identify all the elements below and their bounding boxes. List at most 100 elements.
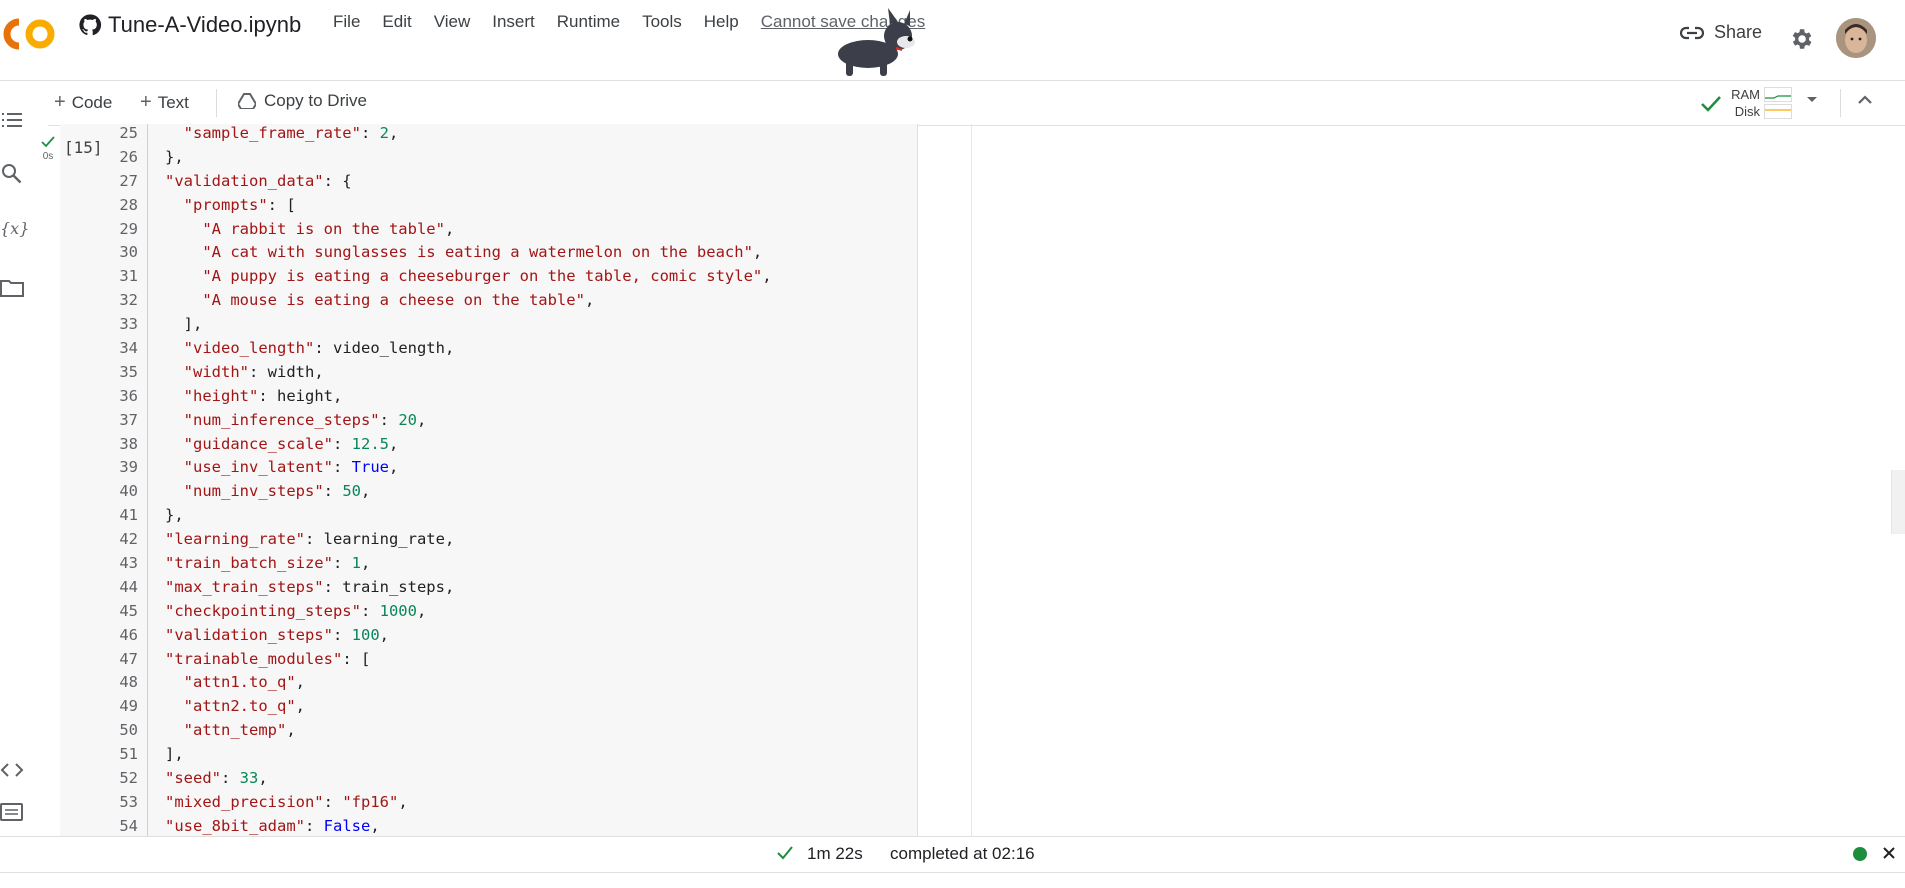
code-line[interactable]: 33 ], (60, 313, 917, 337)
code-snippets-icon[interactable] (0, 758, 24, 782)
code-text[interactable]: "guidance_scale": 12.5, (165, 433, 399, 457)
colab-logo-icon[interactable] (2, 14, 58, 54)
code-line[interactable]: 42 "learning_rate": learning_rate, (60, 528, 917, 552)
code-line[interactable]: 36 "height": height, (60, 385, 917, 409)
code-line[interactable]: 30 "A cat with sunglasses is eating a wa… (60, 241, 917, 265)
toolbar-divider (1840, 89, 1841, 117)
code-line[interactable]: 28 "prompts": [ (60, 194, 917, 218)
code-text[interactable]: "width": width, (165, 361, 324, 385)
code-text[interactable]: "A cat with sunglasses is eating a water… (165, 241, 762, 265)
code-text[interactable]: "max_train_steps": train_steps, (165, 576, 454, 600)
code-line[interactable]: 32 "A mouse is eating a cheese on the ta… (60, 289, 917, 313)
settings-gear-icon[interactable] (1788, 26, 1814, 52)
code-content[interactable]: 25 "sample_frame_rate": 2, 26}, 27 "validat… (60, 122, 917, 839)
cell-run-time: 0s (42, 151, 54, 162)
code-line[interactable]: 46 "validation_steps": 100, (60, 624, 917, 648)
code-text[interactable]: "seed": 33, (165, 767, 268, 791)
code-line[interactable]: 53 "mixed_precision": "fp16", (60, 791, 917, 815)
code-line[interactable]: 35 "width": width, (60, 361, 917, 385)
share-button[interactable]: Share (1680, 22, 1762, 43)
code-line[interactable]: 29 "A rabbit is on the table", (60, 218, 917, 242)
line-number: 41 (119, 506, 138, 525)
menu-tools[interactable]: Tools (642, 12, 682, 32)
code-text[interactable]: "checkpointing_steps": 1000, (165, 600, 426, 624)
menu-insert[interactable]: Insert (492, 12, 535, 32)
code-line[interactable]: 49 "attn2.to_q", (60, 695, 917, 719)
collapse-header-chevron-icon[interactable] (1856, 93, 1874, 107)
code-text[interactable]: "train_batch_size": 1, (165, 552, 370, 576)
bottom-strip (0, 872, 1905, 888)
code-text[interactable]: "height": height, (165, 385, 343, 409)
code-text[interactable]: }, (165, 146, 184, 170)
code-line[interactable]: 48 "attn1.to_q", (60, 671, 917, 695)
line-number: 33 (119, 315, 138, 334)
code-text[interactable]: "num_inference_steps": 20, (165, 409, 427, 433)
code-text[interactable]: "num_inv_steps": 50, (165, 480, 371, 504)
add-code-button[interactable]: + Code (54, 91, 112, 114)
resource-dropdown-icon[interactable] (1805, 95, 1819, 105)
add-text-label: Text (157, 92, 189, 112)
code-text[interactable]: "validation_steps": 100, (165, 624, 389, 648)
code-line[interactable]: 51], (60, 743, 917, 767)
user-avatar[interactable] (1836, 18, 1876, 58)
add-text-button[interactable]: + Text (140, 91, 189, 114)
line-number: 39 (119, 458, 138, 477)
menu-view[interactable]: View (434, 12, 471, 32)
code-line[interactable]: 25 "sample_frame_rate": 2, (60, 122, 917, 146)
code-line[interactable]: 39 "use_inv_latent": True, (60, 456, 917, 480)
code-text[interactable]: "attn2.to_q", (165, 695, 305, 719)
notebook-toolbar: + Code + Text Copy to Drive RAM Disk (0, 80, 1905, 126)
code-line[interactable]: 37 "num_inference_steps": 20, (60, 409, 917, 433)
code-line[interactable]: 43 "train_batch_size": 1, (60, 552, 917, 576)
variables-icon[interactable]: {x} (0, 219, 29, 243)
code-line[interactable]: 45 "checkpointing_steps": 1000, (60, 600, 917, 624)
line-number: 45 (119, 601, 138, 620)
menu-help[interactable]: Help (704, 12, 739, 32)
code-text[interactable]: "learning_rate": learning_rate, (165, 528, 454, 552)
command-palette-icon[interactable] (0, 800, 24, 824)
code-text[interactable]: "trainable_modules": [ (165, 648, 370, 672)
code-line[interactable]: 52 "seed": 33, (60, 767, 917, 791)
files-folder-icon[interactable] (0, 276, 24, 300)
code-line[interactable]: 34 "video_length": video_length, (60, 337, 917, 361)
code-text[interactable]: "video_length": video_length, (165, 337, 455, 361)
code-line[interactable]: 50 "attn_temp", (60, 719, 917, 743)
code-text[interactable]: "use_inv_latent": True, (165, 456, 399, 480)
code-text[interactable]: "A puppy is eating a cheeseburger on the… (165, 265, 771, 289)
code-line[interactable]: 27 "validation_data": { (60, 170, 917, 194)
line-number: 27 (119, 171, 138, 190)
menu-file[interactable]: File (333, 12, 360, 32)
close-icon[interactable] (1881, 845, 1897, 861)
table-of-contents-icon[interactable] (0, 108, 24, 132)
code-text[interactable]: }, (165, 504, 184, 528)
code-line[interactable]: 31 "A puppy is eating a cheeseburger on … (60, 265, 917, 289)
resource-monitor[interactable]: RAM Disk (1700, 85, 1800, 121)
code-line[interactable]: 26}, (60, 146, 917, 170)
code-text[interactable]: "sample_frame_rate": 2, (165, 122, 399, 146)
code-line[interactable]: 44 "max_train_steps": train_steps, (60, 576, 917, 600)
menu-edit[interactable]: Edit (382, 12, 411, 32)
code-text[interactable]: ], (165, 743, 184, 767)
code-line[interactable]: 40 "num_inv_steps": 50, (60, 480, 917, 504)
copy-to-drive-button[interactable]: Copy to Drive (238, 91, 367, 111)
scrollbar-thumb[interactable] (1891, 470, 1905, 534)
code-line[interactable]: 41}, (60, 504, 917, 528)
notebook-title[interactable]: Tune-A-Video.ipynb (108, 12, 301, 38)
code-text[interactable]: "validation_data": { (165, 170, 352, 194)
share-label: Share (1714, 22, 1763, 42)
code-text[interactable]: "prompts": [ (165, 194, 296, 218)
code-text[interactable]: "A rabbit is on the table", (165, 218, 454, 242)
code-text[interactable]: "mixed_precision": "fp16", (165, 791, 408, 815)
line-number: 31 (119, 267, 138, 286)
code-line[interactable]: 47 "trainable_modules": [ (60, 648, 917, 672)
menu-runtime[interactable]: Runtime (557, 12, 620, 32)
code-text[interactable]: ], (165, 313, 203, 337)
line-number: 34 (119, 339, 138, 358)
code-text[interactable]: "attn_temp", (165, 719, 296, 743)
line-number: 37 (119, 410, 138, 429)
search-icon[interactable] (0, 162, 24, 186)
code-text[interactable]: "A mouse is eating a cheese on the table… (165, 289, 594, 313)
code-line[interactable]: 38 "guidance_scale": 12.5, (60, 433, 917, 457)
line-number: 29 (119, 219, 138, 238)
code-text[interactable]: "attn1.to_q", (165, 671, 305, 695)
